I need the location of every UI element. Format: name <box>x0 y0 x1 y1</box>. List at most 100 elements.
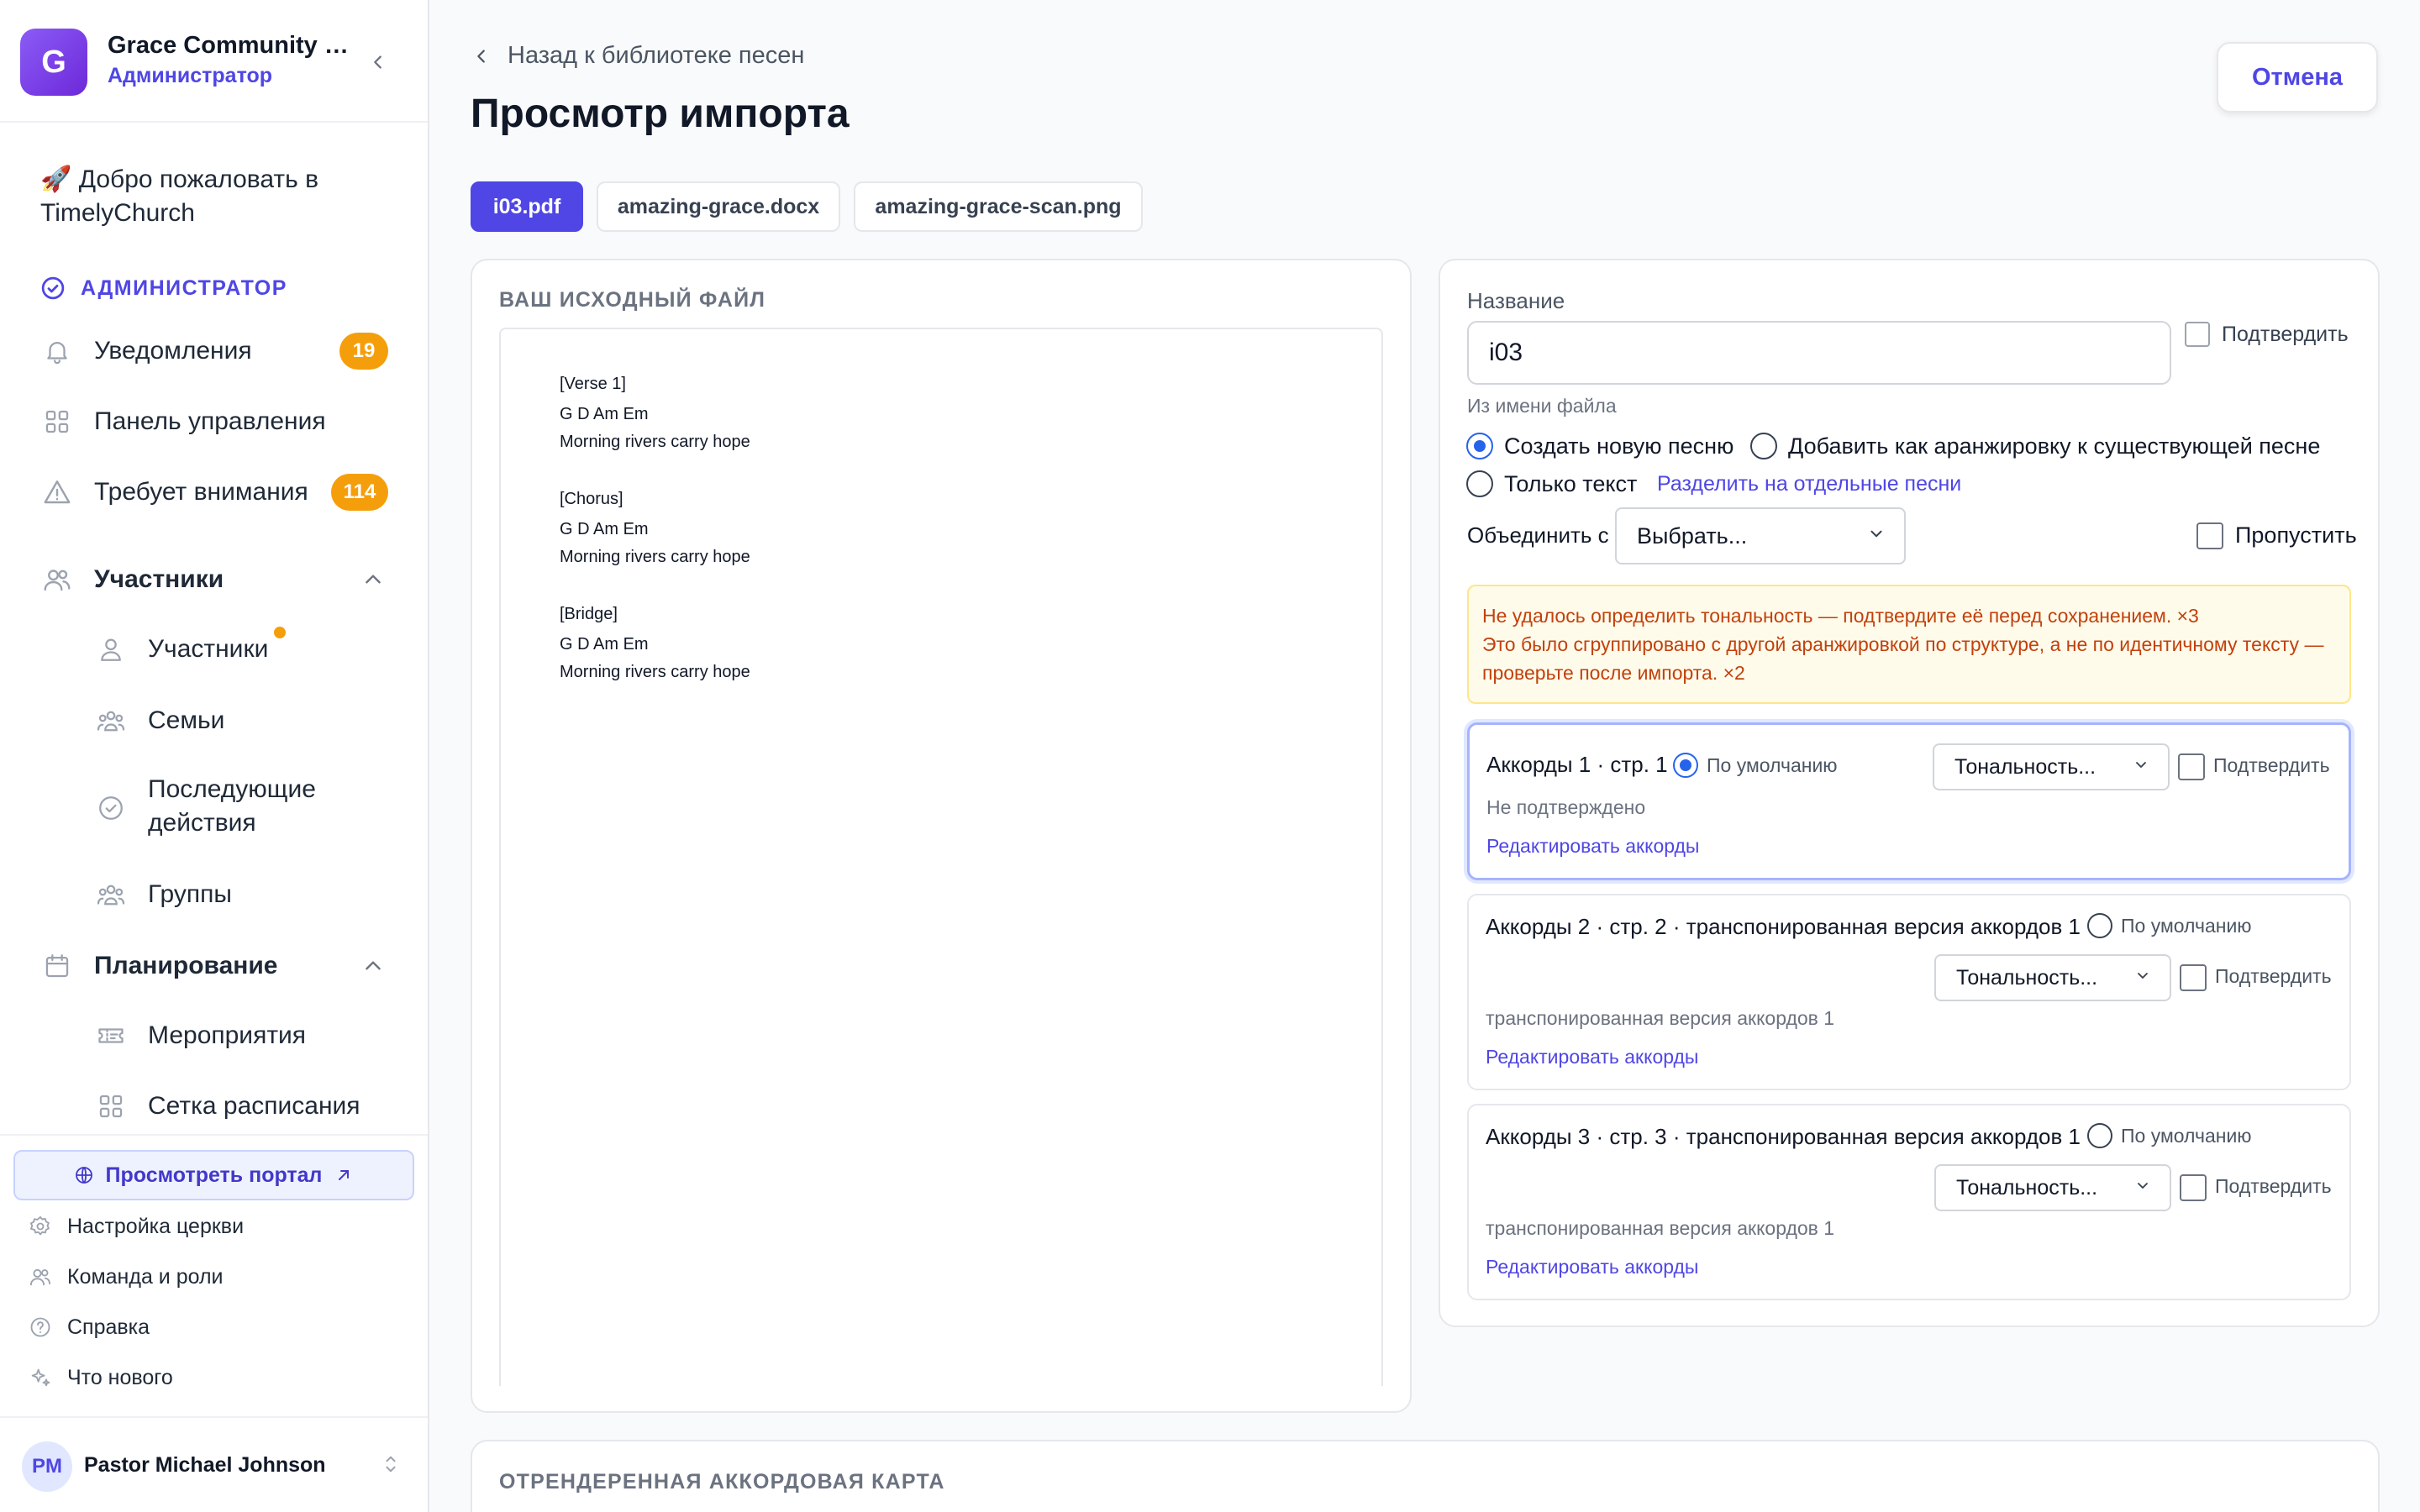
key-select-value: Тональность... <box>1954 754 2096 779</box>
grid-icon <box>94 1089 128 1123</box>
nav-whats-new[interactable]: Что нового <box>27 1359 173 1396</box>
org-role: Администратор <box>108 64 273 87</box>
divider <box>0 1134 428 1136</box>
confirm-key-label: Подтвердить <box>2213 754 2330 776</box>
chevron-left-icon <box>477 49 485 63</box>
doc-line: G D Am Em <box>560 520 649 538</box>
nav-events-label: Мероприятия <box>148 1021 307 1049</box>
group-icon <box>94 878 128 911</box>
section-admin-heading: АДМИНИСТРАТОР <box>40 276 287 301</box>
welcome-message[interactable]: 🚀 Добро пожаловать в TimelyChurch <box>40 163 376 230</box>
avatar[interactable]: PM <box>22 1441 72 1492</box>
org-avatar[interactable]: G <box>20 29 87 96</box>
doc-line: Morning rivers carry hope <box>560 663 750 681</box>
chord-card[interactable]: Аккорды 3 · стр. 3 · транспонированная в… <box>1467 1104 2351 1300</box>
edit-chords-link[interactable]: Редактировать аккорды <box>1486 835 1699 858</box>
radio-add-arrangement[interactable] <box>1750 433 1777 459</box>
default-radio[interactable] <box>1673 753 1698 778</box>
grid-icon <box>40 405 74 438</box>
key-select[interactable]: Тональность... <box>1934 954 2171 1001</box>
merge-select[interactable]: Выбрать... <box>1615 507 1906 564</box>
people-group-toggle[interactable] <box>360 566 387 593</box>
confirm-key-label: Подтвердить <box>2215 1175 2332 1197</box>
chord-card[interactable]: Аккорды 1 · стр. 1 По умолчанию Тонально… <box>1467 722 2351 880</box>
nav-people-group[interactable]: Участники <box>40 556 224 603</box>
chevron-down-icon <box>1867 523 1886 549</box>
radio-add-arrangement-label: Добавить как аранжировку к существующей … <box>1788 433 2321 459</box>
key-select-value: Тональность... <box>1956 1175 2098 1200</box>
chord-status: транспонированная версия аккордов 1 <box>1486 1217 1835 1239</box>
default-radio-label: По умолчанию <box>2121 915 2252 937</box>
chevron-up-down-icon <box>386 1456 396 1473</box>
page-title: Просмотр импорта <box>471 92 850 136</box>
back-link-label: Назад к библиотеке песен <box>508 42 805 69</box>
radio-create-new-song[interactable] <box>1466 433 1493 459</box>
nav-groups-label: Группы <box>148 880 232 908</box>
merge-select-value: Выбрать... <box>1637 522 1748 549</box>
song-title-input[interactable]: i03 <box>1467 321 2171 385</box>
chevron-up-icon <box>366 575 381 584</box>
file-tab[interactable]: amazing-grace.docx <box>597 181 840 232</box>
source-document-preview[interactable]: [Verse 1] G D Am Em Morning rivers carry… <box>499 328 1383 1386</box>
nav-planning-group[interactable]: Планирование <box>40 942 278 990</box>
chord-card-title: Аккорды 3 · стр. 3 · транспонированная в… <box>1486 1124 2081 1149</box>
nav-team-roles[interactable]: Команда и роли <box>27 1258 224 1295</box>
nav-groups[interactable]: Группы <box>94 878 232 911</box>
confirm-key-checkbox[interactable] <box>2178 753 2205 780</box>
edit-chords-link[interactable]: Редактировать аккорды <box>1486 1046 1698 1068</box>
nav-schedule[interactable]: Сетка расписания <box>94 1089 360 1123</box>
org-name[interactable]: Grace Community Church <box>108 32 351 60</box>
nav-dashboard[interactable]: Панель управления <box>40 398 326 445</box>
cancel-button[interactable]: Отмена <box>2217 42 2378 113</box>
doc-line: [Bridge] <box>560 605 618 623</box>
divider <box>0 1416 428 1418</box>
skip-label: Пропустить <box>2235 522 2357 548</box>
section-admin-label: АДМИНИСТРАТОР <box>81 276 287 300</box>
collapse-sidebar-button[interactable] <box>363 47 393 77</box>
chevron-left-icon <box>374 55 381 69</box>
warning-icon <box>40 475 74 509</box>
nav-events[interactable]: Мероприятия <box>94 1019 306 1053</box>
default-radio-label: По умолчанию <box>1707 754 1838 776</box>
sparkles-icon <box>27 1364 54 1391</box>
back-to-library-link[interactable]: Назад к библиотеке песен <box>472 42 804 70</box>
nav-church-settings[interactable]: Настройка церкви <box>27 1208 244 1245</box>
user-name[interactable]: Pastor Michael Johnson <box>84 1453 326 1478</box>
chord-status: транспонированная версия аккордов 1 <box>1486 1007 1835 1029</box>
nav-followups[interactable]: Последующие действия <box>94 773 366 840</box>
radio-text-only[interactable] <box>1466 470 1493 497</box>
confirm-key-checkbox[interactable] <box>2180 964 2207 991</box>
default-radio[interactable] <box>2087 913 2112 938</box>
alert-key-warning: Не удалось определить тональность — подт… <box>1482 605 2199 627</box>
edit-chords-link[interactable]: Редактировать аккорды <box>1486 1256 1698 1278</box>
file-tab[interactable]: i03.pdf <box>471 181 583 232</box>
chord-card-title: Аккорды 2 · стр. 2 · транспонированная в… <box>1486 914 2081 939</box>
gear-icon <box>27 1213 54 1240</box>
nav-help[interactable]: Справка <box>27 1309 150 1346</box>
confirm-title-checkbox[interactable] <box>2185 322 2210 347</box>
planning-group-toggle[interactable] <box>360 953 387 979</box>
doc-line: [Verse 1] <box>560 375 626 393</box>
chord-card[interactable]: Аккорды 2 · стр. 2 · транспонированная в… <box>1467 894 2351 1090</box>
chevron-down-icon <box>2133 755 2149 780</box>
external-link-icon <box>339 1170 350 1180</box>
nav-whats-new-label: Что нового <box>67 1365 173 1389</box>
default-radio[interactable] <box>2087 1123 2112 1148</box>
key-select[interactable]: Тональность... <box>1933 743 2170 790</box>
file-tab[interactable]: amazing-grace-scan.png <box>854 181 1143 232</box>
chord-status: Не подтверждено <box>1486 796 1646 818</box>
view-portal-label: Просмотреть портал <box>105 1163 323 1187</box>
nav-attention[interactable]: Требует внимания <box>40 469 308 516</box>
key-select[interactable]: Тональность... <box>1934 1164 2171 1211</box>
bell-icon <box>40 334 74 368</box>
nav-notifications[interactable]: Уведомления <box>40 328 252 375</box>
view-portal-button[interactable]: Просмотреть портал <box>13 1150 414 1200</box>
user-menu-toggle[interactable] <box>381 1453 400 1479</box>
nav-families[interactable]: Семьи <box>94 704 224 738</box>
skip-checkbox[interactable] <box>2196 522 2223 549</box>
doc-line: G D Am Em <box>560 405 649 423</box>
doc-line: G D Am Em <box>560 635 649 654</box>
split-songs-link[interactable]: Разделить на отдельные песни <box>1657 472 1961 496</box>
confirm-key-checkbox[interactable] <box>2180 1174 2207 1201</box>
nav-people[interactable]: Участники <box>94 633 268 666</box>
